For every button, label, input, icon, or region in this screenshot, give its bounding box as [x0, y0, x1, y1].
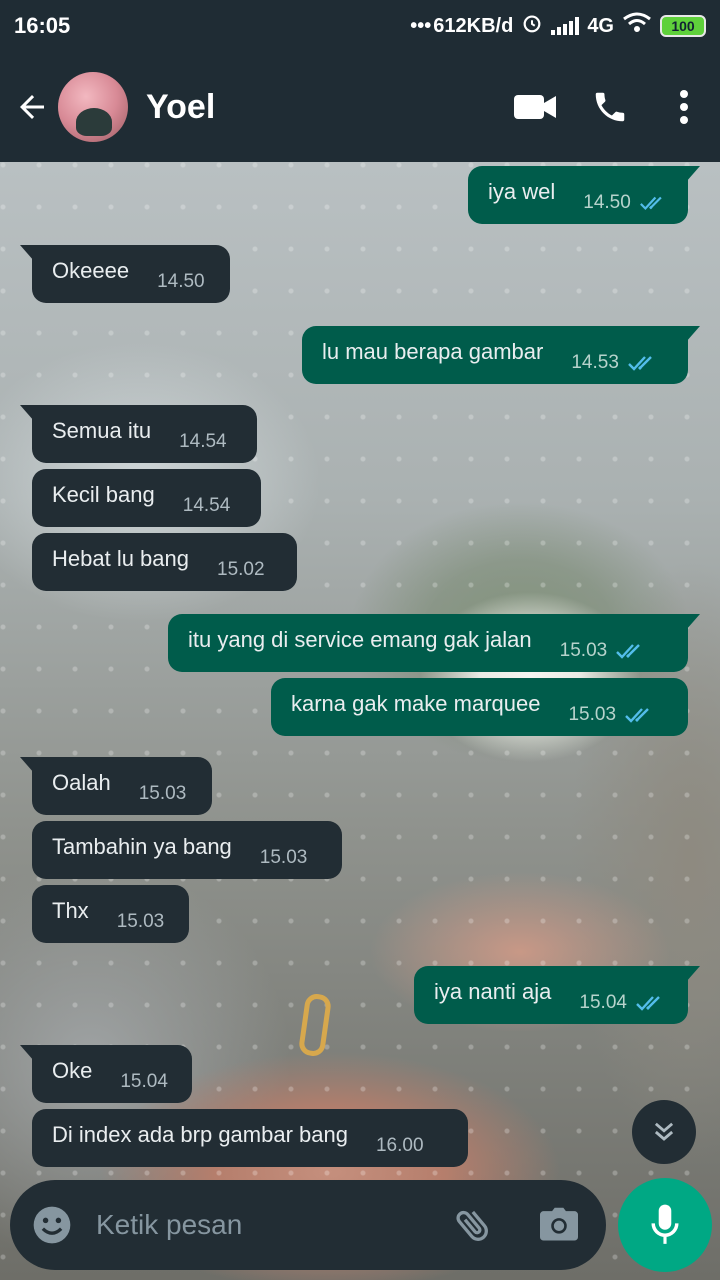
message-text: itu yang di service emang gak jalan [188, 627, 532, 652]
video-call-button[interactable] [506, 77, 566, 137]
attach-button[interactable] [448, 1200, 498, 1250]
message-time: 15.03 [259, 847, 308, 868]
incoming-message[interactable]: Oke 15.04 [20, 1045, 192, 1103]
incoming-message[interactable]: Okeeee 14.50 [20, 245, 230, 303]
video-call-icon [514, 95, 556, 119]
message-time: 14.54 [182, 495, 231, 516]
emoji-button[interactable] [30, 1203, 74, 1247]
paperclip-icon [456, 1210, 488, 1241]
message-time: 16.00 [375, 1135, 424, 1156]
message-time: 14.54 [179, 431, 227, 452]
microphone-icon [651, 1204, 679, 1244]
back-button[interactable] [14, 77, 64, 137]
message-time: 15.03 [116, 911, 165, 932]
message-text: lu mau berapa gambar [322, 339, 544, 364]
message-text: Semua itu [52, 418, 152, 443]
message-text: Oke [52, 1058, 93, 1083]
message-text: karna gak make marquee [291, 691, 541, 716]
voice-call-button[interactable] [580, 77, 640, 137]
message-input-bar: Ketik pesan [10, 1180, 606, 1270]
chat-header: Yoel [0, 52, 720, 162]
more-vert-icon [680, 90, 688, 124]
message-time: 15.03 [568, 704, 617, 725]
message-text: Kecil bang [52, 482, 155, 507]
camera-icon [540, 1207, 578, 1241]
camera-button[interactable] [534, 1200, 584, 1250]
message-text: Di index ada brp gambar bang [52, 1122, 348, 1147]
message-text: Okeeee [52, 258, 130, 283]
message-text: Oalah [52, 770, 111, 795]
message-input[interactable]: Ketik pesan [96, 1209, 448, 1241]
read-receipt-icon [639, 196, 662, 211]
incoming-message[interactable]: Di index ada brp gambar bang 16.00 [32, 1109, 468, 1167]
message-time: 15.03 [559, 640, 608, 661]
alarm-icon [521, 12, 543, 40]
scroll-down-button[interactable] [632, 1100, 696, 1164]
emoji-icon [33, 1206, 71, 1244]
read-receipt-icon [628, 356, 652, 371]
battery-indicator: 100 [660, 15, 706, 37]
message-text: Thx [52, 898, 89, 923]
back-arrow-icon [20, 95, 44, 119]
message-text: Tambahin ya bang [52, 834, 232, 859]
voice-call-icon [595, 92, 625, 122]
status-indicators: ••• 612KB/d 4G 100 [410, 12, 706, 40]
outgoing-message[interactable]: karna gak make marquee 15.03 [271, 678, 688, 736]
outgoing-message[interactable]: itu yang di service emang gak jalan 15.03 [168, 614, 700, 672]
message-time: 14.50 [157, 271, 205, 292]
more-options-button[interactable] [654, 77, 714, 137]
status-time: 16:05 [14, 13, 71, 38]
outgoing-message[interactable]: iya nanti aja 15.04 [414, 966, 700, 1024]
incoming-message[interactable]: Kecil bang 14.54 [32, 469, 261, 527]
read-receipt-icon [636, 996, 660, 1011]
wifi-icon [622, 12, 652, 40]
network-type: 4G [587, 14, 614, 37]
message-time: 15.04 [579, 992, 627, 1013]
status-bar: 16:05 ••• 612KB/d 4G 100 [0, 0, 720, 52]
contact-name[interactable]: Yoel [146, 88, 506, 127]
net-speed: 612KB/d [433, 14, 514, 37]
incoming-message[interactable]: Semua itu 14.54 [20, 405, 257, 463]
message-text: iya wel [488, 179, 556, 204]
avatar[interactable] [58, 72, 128, 142]
outgoing-message[interactable]: lu mau berapa gambar 14.53 [302, 326, 700, 384]
signal-icon [551, 17, 580, 35]
message-time: 15.02 [217, 559, 265, 580]
message-time: 14.53 [571, 352, 619, 373]
message-text: iya nanti aja [434, 979, 552, 1004]
read-receipt-icon [616, 644, 641, 659]
incoming-message[interactable]: Tambahin ya bang 15.03 [32, 821, 342, 879]
incoming-message[interactable]: Thx 15.03 [32, 885, 189, 943]
incoming-message[interactable]: Hebat lu bang 15.02 [32, 533, 297, 591]
voice-message-button[interactable] [618, 1178, 712, 1272]
incoming-message[interactable]: Oalah 15.03 [20, 757, 212, 815]
message-text: Hebat lu bang [52, 546, 189, 571]
message-time: 15.04 [120, 1071, 168, 1092]
read-receipt-icon [625, 708, 649, 723]
status-dots: ••• [410, 14, 432, 37]
message-time: 14.50 [583, 192, 631, 213]
outgoing-message[interactable]: iya wel 14.50 [468, 166, 700, 224]
double-chevron-down-icon [654, 1122, 674, 1141]
message-time: 15.03 [138, 783, 187, 804]
